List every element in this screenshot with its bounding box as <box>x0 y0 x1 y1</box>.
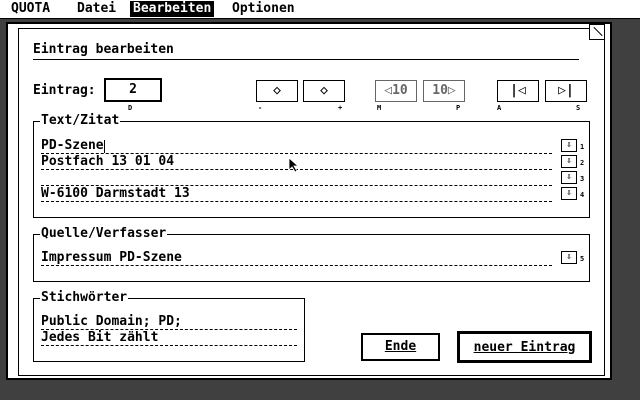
line-index-2: 2 <box>580 159 585 167</box>
dropdown-arrow-icon[interactable]: ⇩ <box>561 139 577 152</box>
first-entry-button[interactable]: |◁ <box>497 80 539 102</box>
dropdown-arrow-icon[interactable]: ⇩ <box>561 171 577 184</box>
forward-ten-button[interactable]: 10▷ <box>423 80 465 102</box>
previous-hint: - <box>258 104 263 112</box>
title-divider <box>33 59 579 60</box>
entry-shortcut-hint: D <box>128 104 133 112</box>
menu-bar: QUOTA Datei Bearbeiten Optionen <box>0 0 640 19</box>
source-author-label: Quelle/Verfasser <box>40 226 168 241</box>
line-index-5: 5 <box>580 255 585 263</box>
dropdown-arrow-icon[interactable]: ⇩ <box>561 251 577 264</box>
line-index-4: 4 <box>580 191 585 199</box>
text-line-4[interactable]: W-6100 Darmstadt 13 <box>41 186 552 202</box>
close-box-icon[interactable] <box>589 24 605 40</box>
text-quote-label: Text/Zitat <box>40 113 121 128</box>
text-line-1[interactable]: PD-Szene <box>41 138 552 154</box>
last-entry-button[interactable]: ▷| <box>545 80 587 102</box>
entry-number-field[interactable]: 2 <box>104 78 162 102</box>
keyword-line-1[interactable]: Public Domain; PD; <box>41 314 297 330</box>
menu-bearbeiten[interactable]: Bearbeiten <box>130 1 215 17</box>
back-ten-hint: M <box>377 104 382 112</box>
dialog-title: Eintrag bearbeiten <box>33 42 174 57</box>
keywords-label: Stichwörter <box>40 290 129 305</box>
end-button[interactable]: Ende <box>361 333 440 361</box>
menu-datei[interactable]: Datei <box>74 1 119 17</box>
last-hint: S <box>576 104 581 112</box>
text-cursor <box>104 140 105 153</box>
line-index-1: 1 <box>580 143 585 151</box>
forward-ten-hint: P <box>456 104 461 112</box>
menu-quota[interactable]: QUOTA <box>8 1 53 17</box>
source-field[interactable]: Impressum PD-Szene <box>41 250 552 266</box>
entry-label: Eintrag: <box>33 83 96 98</box>
mouse-pointer-icon <box>288 157 300 173</box>
keyword-line-2[interactable]: Jedes Bit zählt <box>41 330 297 346</box>
new-entry-button[interactable]: neuer Eintrag <box>457 331 592 363</box>
dropdown-arrow-icon[interactable]: ⇩ <box>561 187 577 200</box>
first-hint: A <box>497 104 502 112</box>
back-ten-button[interactable]: ◁10 <box>375 80 417 102</box>
next-entry-button[interactable]: ◇ <box>303 80 345 102</box>
line-index-3: 3 <box>580 175 585 183</box>
dropdown-arrow-icon[interactable]: ⇩ <box>561 155 577 168</box>
text-line-3[interactable] <box>41 171 552 186</box>
next-hint: + <box>338 104 343 112</box>
previous-entry-button[interactable]: ◇ <box>256 80 298 102</box>
menu-optionen[interactable]: Optionen <box>229 1 298 17</box>
